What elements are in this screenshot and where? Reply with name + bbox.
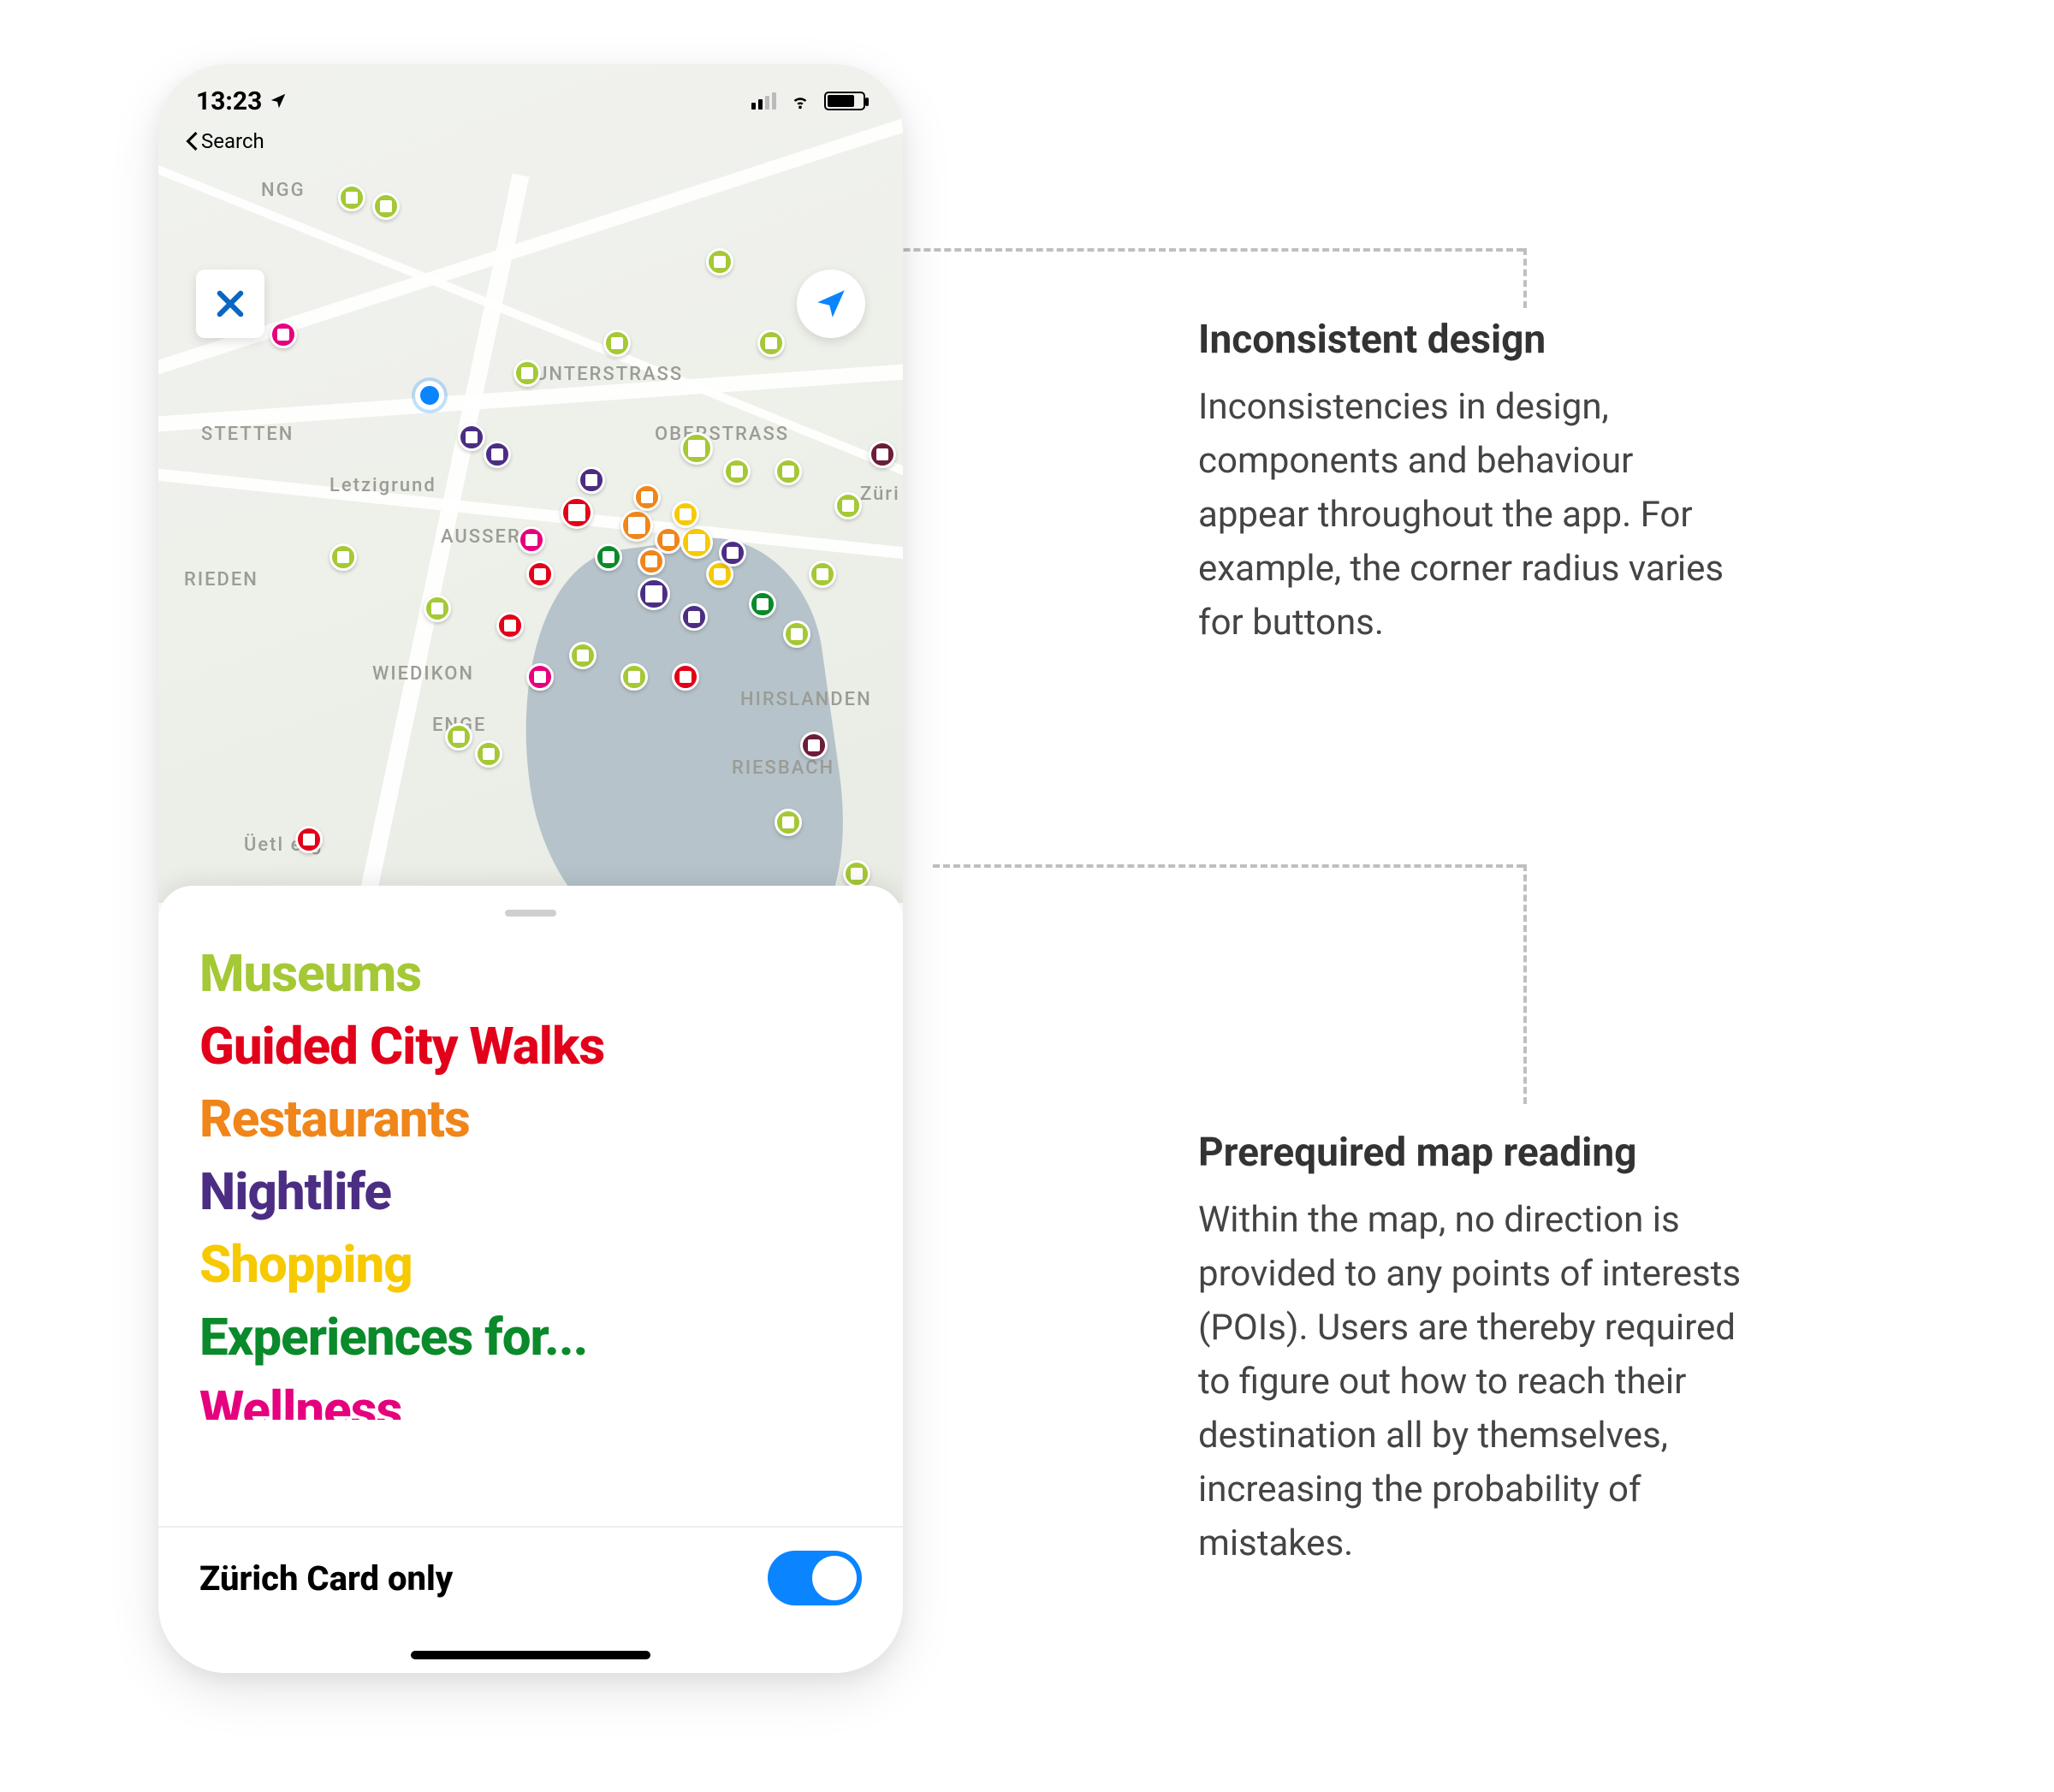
map-pin[interactable]	[757, 329, 785, 357]
annotation-body: Within the map, no direction is provided…	[1198, 1193, 1746, 1570]
map-label-letzigrund: Letzigrund	[329, 475, 436, 496]
status-bar: 13:23	[158, 64, 903, 124]
map-label-riesbach: RIESBACH	[732, 757, 834, 779]
map-pin[interactable]	[672, 501, 699, 528]
map-label-unterstrass: UNTERSTRASS	[535, 364, 683, 385]
map-pin[interactable]	[372, 193, 400, 220]
map-pin[interactable]	[595, 543, 622, 571]
map-pin[interactable]	[680, 526, 713, 559]
callout-line-1	[822, 248, 1523, 252]
map-pin[interactable]	[514, 359, 541, 387]
status-time: 13:23	[196, 86, 262, 116]
map-pin[interactable]	[749, 590, 776, 618]
map-label-hirslanden: HIRSLANDEN	[740, 689, 872, 710]
category-guided-walks[interactable]: Guided City Walks	[199, 1012, 862, 1081]
battery-icon	[824, 92, 865, 110]
category-experiences[interactable]: Experiences for...	[199, 1302, 862, 1372]
map-pin[interactable]	[578, 466, 605, 494]
sheet-grabber[interactable]	[505, 910, 556, 917]
annotation-title: Inconsistent design	[1198, 317, 1746, 363]
locate-button[interactable]	[797, 270, 865, 338]
map-label-ngg: NGG	[261, 180, 306, 201]
map-pin[interactable]	[620, 509, 653, 542]
map-pin[interactable]	[783, 620, 810, 648]
map-label-oberstrass: OBERSTRASS	[655, 424, 789, 445]
map-pin[interactable]	[603, 329, 631, 357]
map-pin[interactable]	[775, 458, 802, 485]
map-pin[interactable]	[719, 539, 746, 567]
map-pin[interactable]	[526, 561, 554, 588]
category-list: Museums Guided City Walks Restaurants Ni…	[199, 939, 862, 1420]
map-pin[interactable]	[706, 248, 733, 276]
map-pin[interactable]	[843, 860, 870, 887]
map-pin[interactable]	[672, 663, 699, 691]
cellular-signal-icon	[751, 92, 776, 110]
map-pin[interactable]	[775, 809, 802, 836]
map-pin[interactable]	[338, 184, 365, 211]
map-label-wiedikon: WIEDIKON	[372, 663, 474, 685]
category-restaurants[interactable]: Restaurants	[199, 1084, 862, 1154]
zurich-card-label: Zürich Card only	[199, 1558, 453, 1599]
phone-mockup: NGG UNTERSTRASS OBERSTRASS STETTEN Letzi…	[158, 64, 903, 1673]
map-label-zuri: Züri	[860, 484, 900, 505]
map-pin[interactable]	[869, 441, 896, 468]
map-pin[interactable]	[458, 424, 485, 451]
callout-line-2	[933, 864, 1523, 868]
map-pin[interactable]	[638, 548, 665, 575]
map-pin[interactable]	[723, 458, 751, 485]
map-pin[interactable]	[633, 484, 661, 511]
categories-sheet[interactable]: Museums Guided City Walks Restaurants Ni…	[158, 886, 903, 1673]
annotation-body: Inconsistencies in design, components an…	[1198, 380, 1746, 650]
map-lake	[499, 524, 861, 903]
callout-drop-2	[1523, 864, 1527, 1104]
wifi-icon	[788, 92, 812, 110]
map-pin[interactable]	[329, 543, 357, 571]
location-arrow-icon	[269, 92, 288, 110]
map-pin[interactable]	[424, 595, 451, 622]
map-pin[interactable]	[295, 826, 323, 853]
user-location-dot	[415, 381, 444, 410]
map-pin[interactable]	[638, 578, 670, 610]
annotation-inconsistent-design: Inconsistent design Inconsistencies in d…	[1198, 317, 1746, 650]
map-pin[interactable]	[484, 441, 511, 468]
sheet-footer: Zürich Card only	[158, 1526, 903, 1629]
back-label: Search	[201, 129, 264, 153]
category-nightlife[interactable]: Nightlife	[199, 1157, 862, 1226]
map-pin[interactable]	[270, 321, 297, 348]
map-label-rieden: RIEDEN	[184, 569, 258, 590]
map-pin[interactable]	[518, 526, 545, 554]
back-to-search[interactable]: Search	[184, 129, 264, 153]
navigate-arrow-icon	[813, 286, 849, 322]
annotation-title: Prerequired map reading	[1198, 1130, 1746, 1176]
zurich-card-toggle[interactable]	[768, 1551, 862, 1605]
map-pin[interactable]	[834, 492, 862, 519]
close-icon	[212, 286, 248, 322]
map-pin[interactable]	[809, 561, 836, 588]
map-label-stetten: STETTEN	[201, 424, 294, 445]
map-pin[interactable]	[620, 663, 648, 691]
home-indicator[interactable]	[411, 1651, 650, 1659]
category-wellness[interactable]: Wellness	[199, 1375, 862, 1420]
map-pin[interactable]	[445, 723, 472, 751]
map-pin[interactable]	[475, 740, 502, 768]
category-museums[interactable]: Museums	[199, 939, 862, 1008]
annotation-map-reading: Prerequired map reading Within the map, …	[1198, 1130, 1746, 1570]
map-view[interactable]: NGG UNTERSTRASS OBERSTRASS STETTEN Letzi…	[158, 64, 903, 903]
close-button[interactable]	[196, 270, 264, 338]
map-pin[interactable]	[800, 732, 828, 759]
map-pin[interactable]	[561, 496, 593, 529]
callout-drop-1	[1523, 248, 1527, 308]
map-pin[interactable]	[680, 603, 708, 631]
category-shopping[interactable]: Shopping	[199, 1230, 862, 1299]
map-pin[interactable]	[526, 663, 554, 691]
map-pin[interactable]	[680, 432, 713, 465]
map-pin[interactable]	[569, 642, 597, 669]
map-pin[interactable]	[496, 612, 524, 639]
